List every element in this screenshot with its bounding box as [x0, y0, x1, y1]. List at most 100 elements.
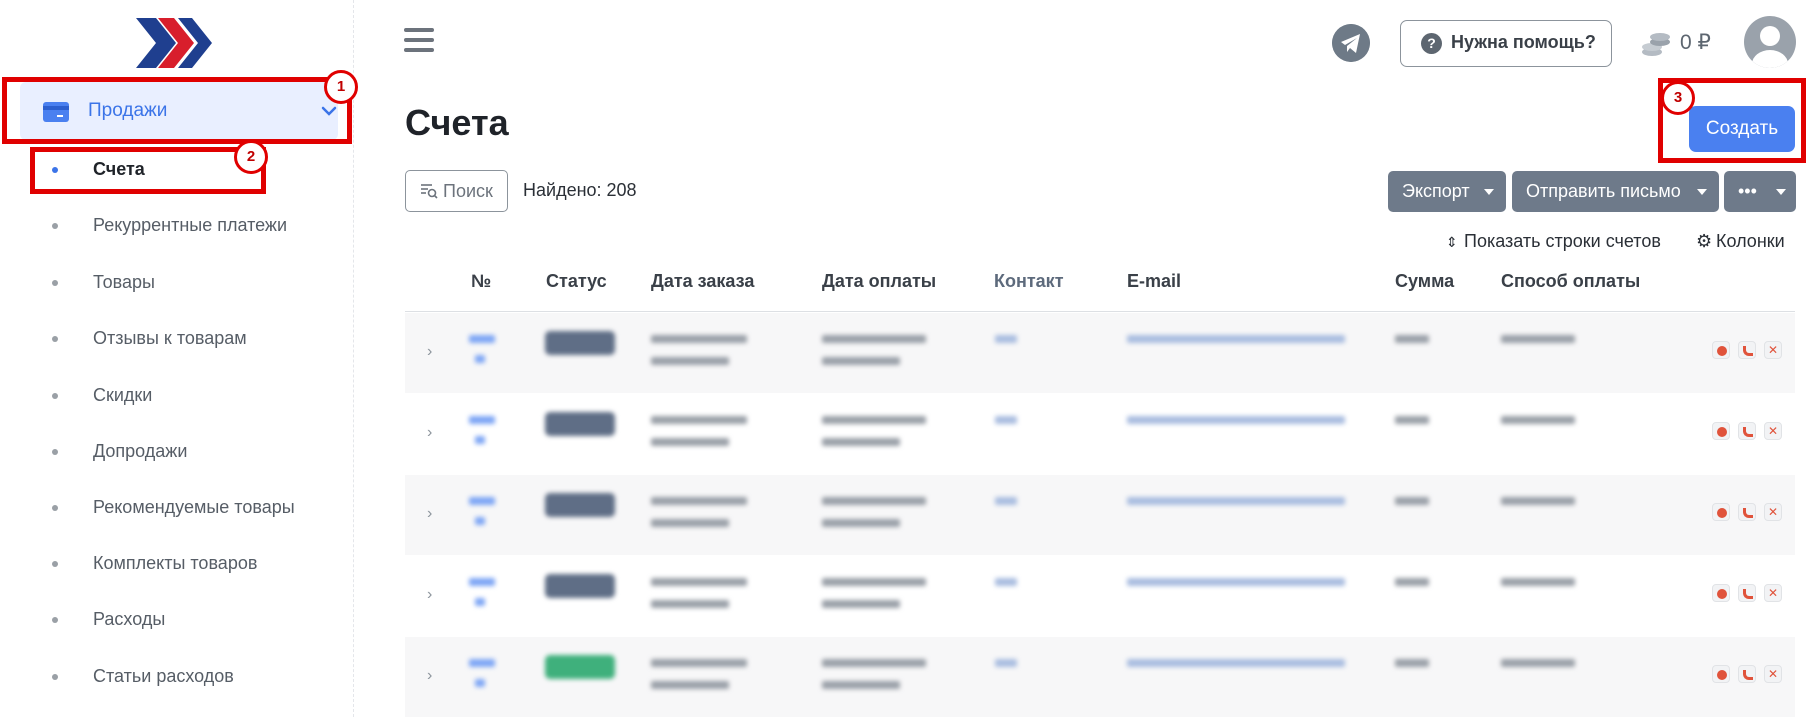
undo-button[interactable]	[1738, 584, 1756, 602]
sidebar-item-expenses[interactable]: Расходы	[36, 602, 336, 638]
page-title: Счета	[405, 102, 509, 143]
redacted-row-content	[405, 475, 1725, 555]
found-count: Найдено: 208	[523, 180, 637, 200]
delete-icon: ✕	[1768, 586, 1779, 600]
sidebar-item-discounts[interactable]: Скидки	[36, 378, 336, 414]
sidebar-section-label: Продажи	[88, 100, 168, 121]
bullet-icon	[52, 280, 58, 286]
sidebar-item-product-bundles[interactable]: Комплекты товаров	[36, 546, 336, 582]
sidebar-item-label: Отзывы к товарам	[93, 328, 247, 348]
sidebar-item-label: Рекуррентные платежи	[93, 215, 288, 235]
bullet-icon	[52, 449, 58, 455]
sidebar-item-product-reviews[interactable]: Отзывы к товарам	[36, 321, 336, 357]
undo-icon	[1743, 346, 1753, 356]
delete-button[interactable]: ✕	[1764, 422, 1782, 440]
redacted-row-content	[405, 313, 1725, 393]
bullet-icon	[52, 167, 58, 173]
sidebar-item-label: Статьи расходов	[93, 666, 234, 686]
telegram-icon[interactable]	[1332, 24, 1370, 62]
search-button[interactable]: Поиск	[405, 170, 508, 212]
column-header-payment-date[interactable]: Дата оплаты	[822, 271, 936, 292]
columns-button[interactable]: ⚙ Колонки	[1696, 231, 1785, 252]
balance-amount: 0 ₽	[1680, 31, 1711, 54]
delete-button[interactable]: ✕	[1764, 665, 1782, 683]
cancel-icon	[1717, 670, 1727, 680]
gear-icon: ⚙	[1696, 231, 1713, 251]
table-header: № Статус Дата заказа Дата оплаты Контакт…	[405, 266, 1795, 312]
export-dropdown-button[interactable]: Экспорт	[1388, 171, 1506, 212]
more-actions-dropdown-button[interactable]: •••	[1724, 171, 1796, 212]
undo-button[interactable]	[1738, 665, 1756, 683]
cancel-icon	[1717, 346, 1727, 356]
delete-icon: ✕	[1768, 424, 1779, 438]
cancel-button[interactable]	[1712, 341, 1730, 359]
send-email-dropdown-button[interactable]: Отправить письмо	[1512, 171, 1719, 212]
hamburger-menu-icon[interactable]	[404, 28, 434, 56]
delete-button[interactable]: ✕	[1764, 584, 1782, 602]
sidebar-item-invoices[interactable]: Счета	[36, 152, 336, 188]
status-badge	[545, 574, 615, 598]
bullet-icon	[52, 393, 58, 399]
caret-down-icon	[1484, 189, 1494, 195]
sidebar-item-expense-categories[interactable]: Статьи расходов	[36, 659, 336, 695]
annotation-marker-2: 2	[234, 140, 268, 174]
column-header-contact[interactable]: Контакт	[994, 271, 1064, 292]
help-button[interactable]: ? Нужна помощь?	[1400, 20, 1612, 67]
more-icon: •••	[1738, 181, 1757, 201]
column-header-order-date[interactable]: Дата заказа	[651, 271, 754, 292]
delete-icon: ✕	[1768, 343, 1779, 357]
undo-icon	[1743, 427, 1753, 437]
undo-icon	[1743, 589, 1753, 599]
redacted-row-content	[405, 394, 1725, 474]
undo-icon	[1743, 508, 1753, 518]
delete-button[interactable]: ✕	[1764, 503, 1782, 521]
bullet-icon	[52, 505, 58, 511]
delete-icon: ✕	[1768, 505, 1779, 519]
undo-button[interactable]	[1738, 422, 1756, 440]
caret-down-icon	[1697, 189, 1707, 195]
sidebar-section-sales[interactable]: Продажи	[20, 82, 338, 140]
table-row[interactable]: › ✕	[405, 394, 1795, 474]
table-row[interactable]: › ✕	[405, 637, 1795, 717]
chevron-down-icon	[321, 106, 337, 116]
undo-button[interactable]	[1738, 503, 1756, 521]
column-header-email[interactable]: E-mail	[1127, 271, 1181, 292]
search-button-label: Поиск	[443, 181, 493, 201]
cancel-button[interactable]	[1712, 665, 1730, 683]
bullet-icon	[52, 561, 58, 567]
cancel-button[interactable]	[1712, 503, 1730, 521]
delete-button[interactable]: ✕	[1764, 341, 1782, 359]
undo-icon	[1743, 670, 1753, 680]
bullet-icon	[52, 617, 58, 623]
sidebar-item-recurring-payments[interactable]: Рекуррентные платежи	[36, 208, 336, 244]
cancel-button[interactable]	[1712, 422, 1730, 440]
export-label: Экспорт	[1402, 181, 1470, 201]
sidebar-item-products[interactable]: Товары	[36, 265, 336, 301]
question-icon: ?	[1421, 33, 1442, 54]
undo-button[interactable]	[1738, 341, 1756, 359]
search-filter-icon	[421, 184, 438, 199]
brand-logo[interactable]	[134, 16, 214, 70]
column-header-number[interactable]: №	[471, 271, 491, 292]
annotation-marker-3: 3	[1661, 81, 1695, 115]
sidebar-item-label: Комплекты товаров	[93, 553, 258, 573]
cancel-button[interactable]	[1712, 584, 1730, 602]
cancel-icon	[1717, 508, 1727, 518]
column-header-payment-method[interactable]: Способ оплаты	[1501, 271, 1640, 292]
annotation-marker-1: 1	[324, 70, 358, 104]
redacted-row-content	[405, 637, 1725, 717]
table-row[interactable]: › ✕	[405, 313, 1795, 393]
column-header-status[interactable]: Статус	[546, 271, 607, 292]
table-row[interactable]: › ✕	[405, 475, 1795, 555]
show-invoice-rows-toggle[interactable]: ⇕ Показать строки счетов	[1446, 231, 1661, 252]
create-button[interactable]: Создать	[1689, 106, 1795, 152]
sidebar-item-recommended-products[interactable]: Рекомендуемые товары	[36, 490, 336, 526]
sidebar-item-label: Допродажи	[93, 441, 188, 461]
table-row[interactable]: › ✕	[405, 556, 1795, 636]
sidebar: Продажи Счета Рекуррентные платежи Товар…	[0, 0, 354, 717]
status-badge	[545, 412, 615, 436]
user-avatar[interactable]	[1744, 16, 1796, 68]
sidebar-item-upsells[interactable]: Допродажи	[36, 434, 336, 470]
column-header-amount[interactable]: Сумма	[1395, 271, 1454, 292]
status-badge	[545, 493, 615, 517]
